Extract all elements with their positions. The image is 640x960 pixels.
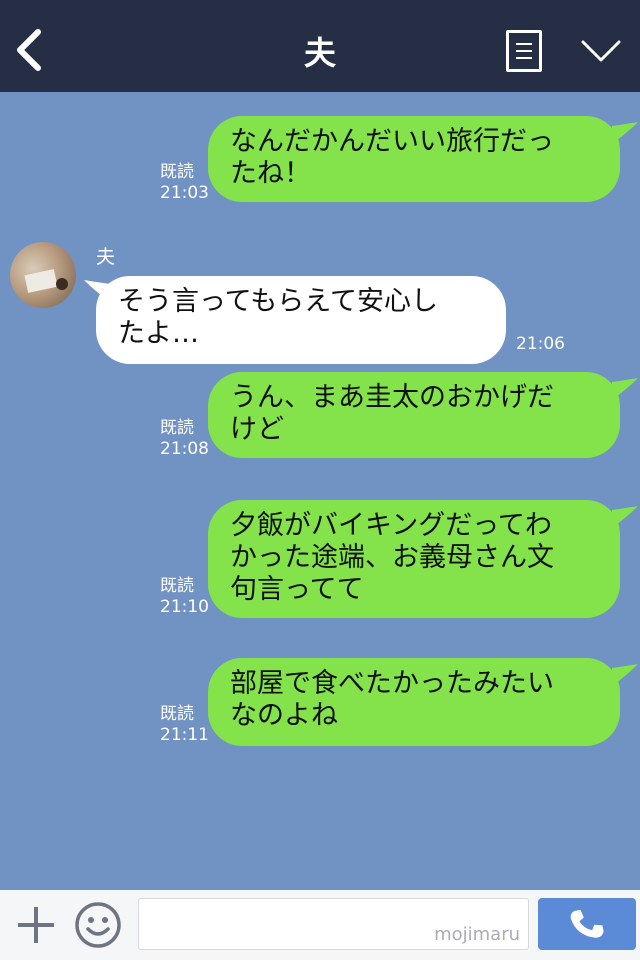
their-message-bubble[interactable]: そう言ってもらえて安心し たよ…	[96, 276, 506, 364]
message-line: 部屋で食べたかったみたい	[230, 668, 554, 699]
message-line: うん、まあ圭太のおかげだ	[230, 382, 554, 413]
phone-icon	[570, 909, 604, 938]
chat-area[interactable]: なんだかんだいい旅行だっ たね！ 既読 21:03 夫 そう言ってもらえて安心し…	[0, 92, 640, 890]
bubble-tail	[612, 122, 638, 144]
avatar[interactable]	[10, 242, 76, 308]
sender-name: 夫	[96, 246, 116, 268]
chat-title: 夫	[303, 34, 336, 72]
my-message-bubble[interactable]: 部屋で食べたかったみたい なのよね	[208, 658, 620, 746]
bubble-tail	[612, 378, 638, 400]
message-line: そう言ってもらえて安心し	[118, 286, 438, 317]
watermark-text: mojimaru	[434, 924, 520, 945]
chevron-down-icon[interactable]	[580, 38, 622, 64]
read-receipt: 既読 21:11	[160, 704, 209, 745]
menu-icon[interactable]	[506, 30, 542, 72]
message-line: 句言ってて	[230, 574, 364, 605]
read-receipt: 既読 21:10	[160, 576, 209, 617]
message-line: たね！	[230, 158, 311, 189]
message-time: 21:06	[516, 334, 565, 354]
message-line: なのよね	[230, 700, 338, 731]
bubble-tail	[612, 664, 638, 686]
message-line: かった途端、お義母さん文	[230, 542, 554, 573]
chat-header: 夫	[0, 0, 640, 92]
my-message-bubble[interactable]: うん、まあ圭太のおかげだ けど	[208, 372, 620, 458]
message-line: なんだかんだいい旅行だっ	[230, 126, 554, 157]
read-receipt: 既読 21:08	[160, 418, 209, 459]
read-receipt: 既読 21:03	[160, 162, 209, 203]
bubble-tail	[612, 506, 638, 528]
message-input[interactable]: mojimaru	[138, 898, 529, 950]
message-line: 夕飯がバイキングだってわ	[230, 510, 552, 541]
message-line: けど	[230, 414, 284, 445]
plus-icon[interactable]	[16, 905, 56, 945]
emoji-icon[interactable]	[74, 901, 122, 949]
my-message-bubble[interactable]: なんだかんだいい旅行だっ たね！	[208, 116, 620, 202]
call-button[interactable]	[538, 898, 636, 950]
message-line: たよ…	[118, 318, 199, 349]
my-message-bubble[interactable]: 夕飯がバイキングだってわ かった途端、お義母さん文 句言ってて	[208, 500, 620, 618]
